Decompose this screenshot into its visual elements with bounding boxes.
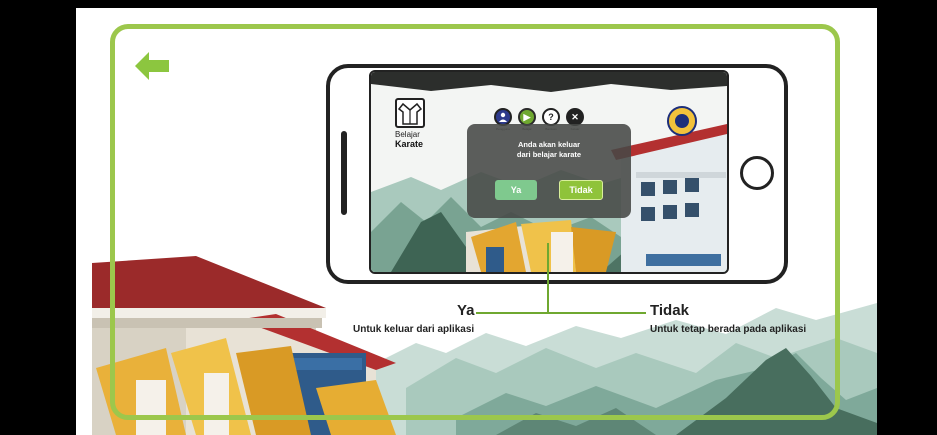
no-button[interactable]: Tidak (559, 180, 603, 200)
karate-gi-icon (395, 98, 425, 128)
annotation-no-description: Untuk tetap berada pada aplikasi (650, 324, 807, 335)
phone-home-button (740, 156, 774, 190)
annotation-yes-description: Untuk keluar dari aplikasi (353, 324, 475, 335)
callout-connector-horizontal (476, 312, 646, 314)
dialog-message-line2: dari belajar karate (516, 150, 582, 159)
university-emblem-icon (667, 106, 697, 136)
annotation-no-title: Tidak (650, 302, 689, 319)
phone-speaker (341, 131, 347, 215)
belajar-karate-logo: Belajar Karate (395, 98, 435, 154)
tutorial-slide: Belajar Karate Pengguna ▶ Belajar ? Bant… (76, 8, 877, 435)
exit-confirm-dialog: Anda akan keluar dari belajar karate Ya … (467, 124, 631, 218)
dialog-message: Anda akan keluar dari belajar karate (467, 140, 631, 160)
dialog-message-line1: Anda akan keluar (517, 140, 581, 149)
app-screen: Belajar Karate Pengguna ▶ Belajar ? Bant… (369, 70, 729, 274)
annotation-yes-title: Ya (457, 302, 475, 319)
logo-text-line1: Belajar (395, 130, 420, 139)
logo-text-line2: Karate (395, 139, 424, 149)
back-arrow-icon[interactable] (135, 52, 169, 80)
callout-connector-vertical (547, 243, 549, 313)
yes-button[interactable]: Ya (495, 180, 537, 200)
